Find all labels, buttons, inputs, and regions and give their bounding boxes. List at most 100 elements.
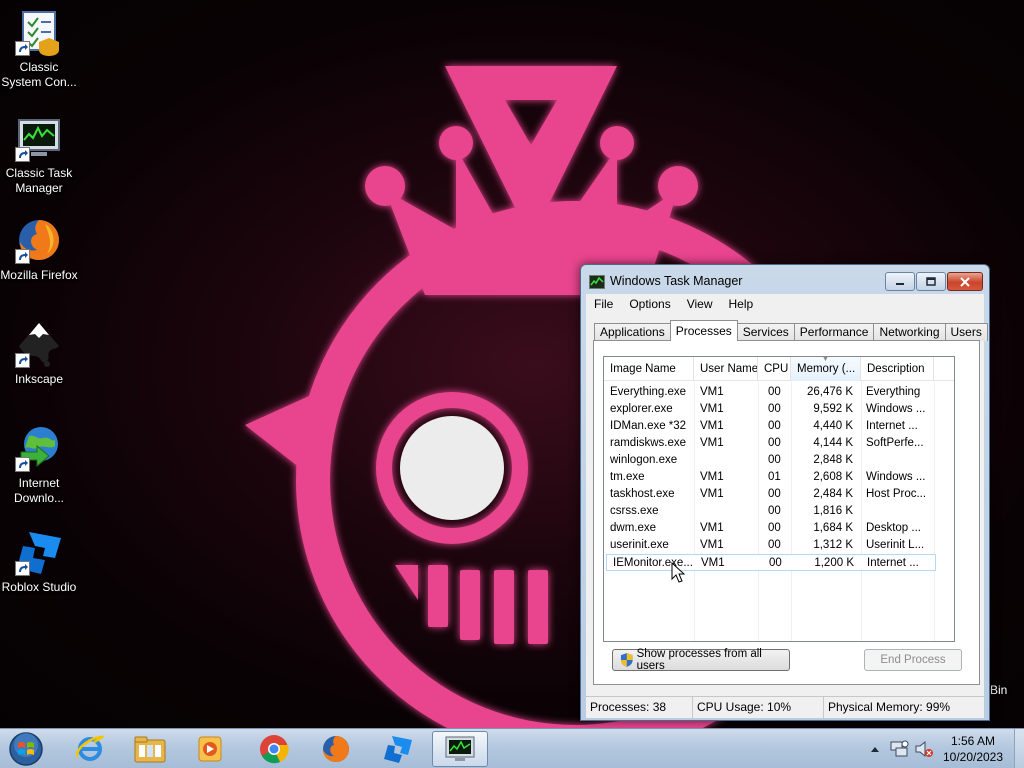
table-row[interactable]: IEMonitor.exe... VM1 00 1,200 K Internet ... bbox=[606, 554, 936, 571]
show-hidden-icons-icon[interactable] bbox=[870, 745, 880, 753]
memory-cell: 2,608 K bbox=[813, 471, 853, 483]
user-name-cell: VM1 bbox=[700, 522, 724, 534]
tab-services[interactable]: Services bbox=[736, 323, 795, 341]
shortcut-arrow-icon bbox=[15, 41, 30, 56]
taskbar-windows-explorer[interactable] bbox=[122, 731, 178, 767]
maximize-button[interactable] bbox=[916, 272, 946, 291]
table-row[interactable]: winlogon.exe 00 2,848 K bbox=[604, 452, 954, 469]
cpu-cell: 00 bbox=[768, 539, 781, 551]
close-icon bbox=[960, 276, 970, 287]
table-row[interactable]: userinit.exe VM1 00 1,312 K Userinit L... bbox=[604, 537, 954, 554]
show-all-processes-button[interactable]: Show processes from all users bbox=[612, 648, 790, 672]
desktop-icon-classic-system-config[interactable]: Classic System Con... bbox=[0, 8, 78, 90]
tab-applications[interactable]: Applications bbox=[594, 323, 671, 341]
start-button[interactable] bbox=[5, 730, 47, 768]
end-process-button[interactable]: End Process bbox=[864, 649, 962, 671]
user-name-cell bbox=[694, 503, 758, 520]
taskbar-roblox-studio[interactable] bbox=[370, 731, 426, 767]
recycle-bin-label-partial[interactable]: Bin bbox=[990, 683, 1007, 697]
close-button[interactable] bbox=[947, 272, 983, 291]
process-list[interactable]: Image Name User Name CPU ▼ Memory (... D… bbox=[603, 356, 955, 642]
taskbar-task-manager[interactable] bbox=[432, 731, 488, 767]
user-name-cell: VM1 bbox=[700, 437, 724, 449]
show-all-processes-label: Show processes from all users bbox=[636, 648, 762, 672]
tab-processes[interactable]: Processes bbox=[669, 320, 738, 341]
taskbar-firefox[interactable] bbox=[308, 731, 364, 767]
description-cell bbox=[860, 503, 930, 520]
column-header-description[interactable]: Description bbox=[861, 357, 934, 381]
process-name-cell: userinit.exe bbox=[610, 539, 669, 551]
volume-muted-icon[interactable] bbox=[914, 740, 934, 758]
skull-eye-shape bbox=[400, 416, 504, 520]
mouse-cursor-icon bbox=[671, 562, 685, 583]
column-header-image-name[interactable]: Image Name bbox=[604, 357, 694, 381]
user-name-cell: VM1 bbox=[700, 539, 724, 551]
table-row[interactable]: Everything.exe VM1 00 26,476 K Everything bbox=[604, 384, 954, 401]
memory-cell: 9,592 K bbox=[813, 403, 853, 415]
menu-options[interactable]: Options bbox=[621, 294, 678, 314]
task-manager-icon[interactable] bbox=[589, 275, 605, 289]
menu-bar: File Options View Help bbox=[586, 294, 984, 314]
roblox-studio-icon bbox=[15, 528, 63, 576]
cpu-cell: 00 bbox=[768, 403, 781, 415]
table-row[interactable]: tm.exe VM1 01 2,608 K Windows ... bbox=[604, 469, 954, 486]
roblox-studio-icon bbox=[384, 736, 412, 763]
memory-cell: 26,476 K bbox=[806, 386, 853, 398]
desktop-icon-label: Classic System Con... bbox=[1, 60, 77, 89]
memory-cell: 1,312 K bbox=[813, 539, 853, 551]
cpu-cell: 00 bbox=[768, 505, 781, 517]
taskbar-media-player[interactable] bbox=[182, 731, 238, 767]
status-cpu-usage: CPU Usage: 10% bbox=[693, 697, 824, 718]
description-cell: Internet ... bbox=[867, 557, 919, 569]
table-row[interactable]: taskhost.exe VM1 00 2,484 K Host Proc... bbox=[604, 486, 954, 503]
windows-explorer-icon bbox=[134, 736, 166, 763]
inkscape-icon bbox=[15, 320, 63, 368]
column-header-user-name[interactable]: User Name bbox=[694, 357, 758, 381]
table-row[interactable]: ramdiskws.exe VM1 00 4,144 K SoftPerfe... bbox=[604, 435, 954, 452]
table-row[interactable]: dwm.exe VM1 00 1,684 K Desktop ... bbox=[604, 520, 954, 537]
task-manager-window[interactable]: Windows Task Manager File Options View H… bbox=[580, 264, 990, 721]
process-name-cell: csrss.exe bbox=[610, 505, 659, 517]
user-name-cell bbox=[694, 452, 758, 469]
description-cell: Internet ... bbox=[866, 420, 918, 432]
user-name-cell: VM1 bbox=[700, 403, 724, 415]
memory-cell: 4,440 K bbox=[813, 420, 853, 432]
windows-start-orb-icon bbox=[9, 732, 43, 766]
network-icon[interactable] bbox=[890, 740, 910, 758]
taskbar-internet-explorer[interactable] bbox=[62, 731, 118, 767]
status-physical-memory: Physical Memory: 99% bbox=[828, 700, 951, 714]
clock[interactable]: 1:56 AM 10/20/2023 bbox=[936, 733, 1010, 765]
tab-networking[interactable]: Networking bbox=[873, 323, 946, 341]
desktop-icon-roblox-studio[interactable]: Roblox Studio bbox=[0, 528, 78, 595]
show-desktop-button[interactable] bbox=[1014, 729, 1024, 768]
cpu-cell: 00 bbox=[769, 557, 782, 569]
taskbar-chrome[interactable] bbox=[246, 731, 302, 767]
user-name-cell: VM1 bbox=[700, 471, 724, 483]
task-manager-icon bbox=[15, 114, 63, 162]
tab-users[interactable]: Users bbox=[944, 323, 988, 341]
column-header-cpu[interactable]: CPU bbox=[758, 357, 791, 381]
minimize-button[interactable] bbox=[885, 272, 915, 291]
desktop-icon-inkscape[interactable]: Inkscape bbox=[0, 320, 78, 387]
table-row[interactable]: csrss.exe 00 1,816 K bbox=[604, 503, 954, 520]
title-bar[interactable]: Windows Task Manager bbox=[581, 265, 989, 295]
desktop-icon-classic-task-manager[interactable]: Classic Task Manager bbox=[0, 114, 78, 196]
description-cell: SoftPerfe... bbox=[866, 437, 924, 449]
menu-file[interactable]: File bbox=[586, 294, 621, 314]
control-panel-icon bbox=[15, 8, 63, 56]
desktop-icon-label: Classic Task Manager bbox=[5, 166, 73, 195]
table-row[interactable]: explorer.exe VM1 00 9,592 K Windows ... bbox=[604, 401, 954, 418]
desktop-icon-internet-download-manager[interactable]: Internet Downlo... bbox=[0, 424, 78, 506]
process-name-cell: winlogon.exe bbox=[610, 454, 678, 466]
clock-time: 1:56 AM bbox=[950, 734, 996, 748]
description-cell bbox=[860, 452, 930, 469]
desktop-icon-mozilla-firefox[interactable]: Mozilla Firefox bbox=[0, 216, 78, 283]
window-client-area: Applications Processes Services Performa… bbox=[586, 314, 988, 696]
menu-view[interactable]: View bbox=[679, 294, 721, 314]
table-row[interactable]: IDMan.exe *32 VM1 00 4,440 K Internet ... bbox=[604, 418, 954, 435]
memory-cell: 2,848 K bbox=[813, 454, 853, 466]
cpu-cell: 00 bbox=[768, 437, 781, 449]
column-header-memory[interactable]: ▼ Memory (... bbox=[791, 357, 861, 381]
tab-performance[interactable]: Performance bbox=[793, 323, 875, 341]
menu-help[interactable]: Help bbox=[721, 294, 762, 314]
